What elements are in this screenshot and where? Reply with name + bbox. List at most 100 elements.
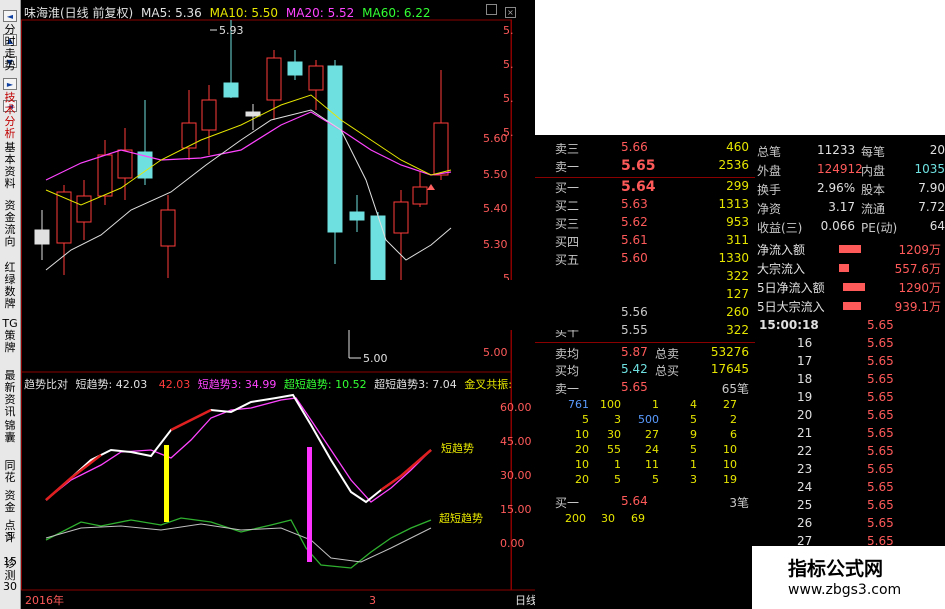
stat-value: 7.72 — [918, 200, 945, 214]
tick-time: 22 — [797, 444, 813, 458]
stat-label: 每笔 — [861, 145, 886, 159]
sidebar-tab-5[interactable]: TG 策牌 — [2, 318, 18, 354]
stat-label: PE(动) — [861, 221, 898, 235]
total-sell-value: 53276 — [710, 345, 749, 359]
tick-time: 26 — [797, 516, 813, 530]
tick-row: 16 5.65 — [757, 336, 945, 354]
candle-body[interactable] — [223, 82, 239, 98]
queue-cell: 5 — [652, 473, 659, 486]
order-row[interactable]: 买三 5.62 953 — [535, 215, 755, 233]
queue-cell: 200 — [565, 512, 586, 525]
order-price: 5.63 — [621, 197, 648, 211]
queue-cell: 19 — [723, 473, 737, 486]
sidebar-tab-7[interactable]: 锦囊 — [2, 420, 18, 444]
order-volume: 1330 — [718, 251, 749, 265]
sidebar-tab-4[interactable]: 红绿数牌 — [2, 262, 18, 310]
high-annotation: 5.93 — [219, 24, 244, 37]
order-row[interactable]: 买一 5.64 299 — [535, 179, 755, 197]
sidebar-tab-2[interactable]: 基本资料 — [2, 142, 18, 190]
ultra-short-line-label: 超短趋势 — [439, 511, 483, 525]
tick-price: 5.65 — [867, 408, 894, 422]
tick-row: 20 5.65 — [757, 408, 945, 426]
stat-label: 流通 — [861, 202, 886, 216]
avg-buy-row: 买均 5.42 总买 17645 — [535, 362, 755, 380]
stock-title: 味海淮(日线 前复权) — [24, 6, 134, 20]
queue-cell: 5 — [614, 473, 621, 486]
avg-sell-row: 卖均 5.87 总卖 53276 — [535, 345, 755, 363]
queue-cell: 1 — [690, 458, 697, 471]
candle-body[interactable] — [117, 149, 133, 179]
candle-body[interactable] — [433, 122, 449, 176]
close-icon[interactable]: × — [504, 7, 516, 18]
tick-price: 5.65 — [867, 336, 894, 350]
tick-time: 16 — [797, 336, 813, 350]
queue-cell: 5 — [690, 413, 697, 426]
sidebar-tab-9[interactable]: 资金 — [2, 490, 18, 514]
ma20-label: MA20: 5.52 — [285, 6, 355, 20]
candle-body[interactable] — [412, 186, 428, 205]
tick-row: 19 5.65 — [757, 390, 945, 408]
short-trend-value: 42.03 — [158, 378, 191, 391]
tick-price: 5.65 — [867, 354, 894, 368]
order-row[interactable]: 卖三 5.66 460 — [535, 140, 755, 158]
candle-body[interactable] — [266, 57, 282, 101]
candle-body[interactable] — [201, 99, 217, 131]
indicator-title-bar: 趋势比对 短趋势: 42.03 42.03 短趋势3: 34.99 超短趋势: … — [24, 376, 512, 392]
queue-cell: 27 — [723, 398, 737, 411]
flow-label: 5日大宗流入 — [757, 300, 825, 314]
sidebar-tab-6[interactable]: 最新资讯 — [2, 370, 18, 418]
restore-icon[interactable] — [486, 4, 497, 15]
tick-time: 20 — [797, 408, 813, 422]
candle-body[interactable] — [327, 65, 343, 233]
ultra-short3-line — [45, 523, 432, 563]
watermark-url: www.zbgs3.com — [788, 582, 902, 598]
period-5[interactable]: 5 — [2, 530, 18, 543]
flow-row: 净流入额 1209万 — [757, 241, 945, 259]
candle-body[interactable] — [393, 201, 409, 234]
order-label: 买一 — [555, 181, 580, 195]
candle-body[interactable] — [287, 61, 303, 76]
total-sell-label: 总卖 — [655, 347, 680, 361]
queue-cell: 3 — [614, 413, 621, 426]
sidebar-tab-3[interactable]: 资金流向 — [2, 200, 18, 248]
candle-body[interactable] — [349, 211, 365, 221]
tick-row: 17 5.65 — [757, 354, 945, 372]
ultra-short-line — [45, 517, 432, 569]
price-tick: 5. — [503, 92, 514, 105]
candle-body[interactable] — [181, 122, 197, 149]
sidebar-tab-8[interactable]: 同花 — [2, 460, 18, 484]
period-30[interactable]: 30 — [2, 580, 18, 593]
watermark: 指标公式网 www.zbgs3.com — [752, 546, 945, 609]
order-row[interactable]: 卖一 5.65 2536 — [535, 158, 755, 176]
candle-body[interactable] — [34, 229, 50, 245]
queue-cell: 20 — [575, 473, 589, 486]
sidebar-tab-1[interactable]: 技术分析 — [2, 92, 18, 140]
candle-body[interactable] — [308, 65, 324, 91]
order-volume: 127 — [726, 287, 749, 301]
price-tick: 5.50 — [483, 168, 508, 181]
order-row[interactable]: 买五 5.60 1330 — [535, 251, 755, 269]
avg-buy-value: 5.42 — [621, 362, 648, 376]
order-row[interactable]: 买二 5.63 1313 — [535, 197, 755, 215]
queue-cell: 761 — [568, 398, 589, 411]
arrow-left-icon[interactable]: ◄ — [3, 10, 17, 22]
candle-body[interactable] — [76, 195, 92, 223]
queue-cell: 100 — [600, 398, 621, 411]
order-divider — [535, 342, 755, 343]
flow-value: 1290万 — [898, 281, 941, 295]
period-15[interactable]: 15 — [2, 555, 18, 568]
order-row[interactable]: 买四 5.61 311 — [535, 233, 755, 251]
stat-row: 外盘 124912 内盘 1035 — [757, 162, 945, 180]
flow-bar — [839, 245, 861, 253]
candle-body[interactable] — [160, 209, 176, 247]
order-volume: 1313 — [718, 197, 749, 211]
arrow-right-icon[interactable]: ► — [3, 78, 17, 90]
stat-value: 2.96% — [817, 181, 856, 195]
candle-body[interactable] — [370, 215, 386, 281]
queue-cell: 30 — [607, 428, 621, 441]
candle-body[interactable] — [245, 111, 261, 117]
short-trend-up-segment — [170, 408, 212, 432]
sidebar-tab-0[interactable]: 分时走势 — [2, 24, 18, 72]
order-label: 卖三 — [555, 142, 580, 156]
candle-body[interactable] — [97, 154, 113, 197]
